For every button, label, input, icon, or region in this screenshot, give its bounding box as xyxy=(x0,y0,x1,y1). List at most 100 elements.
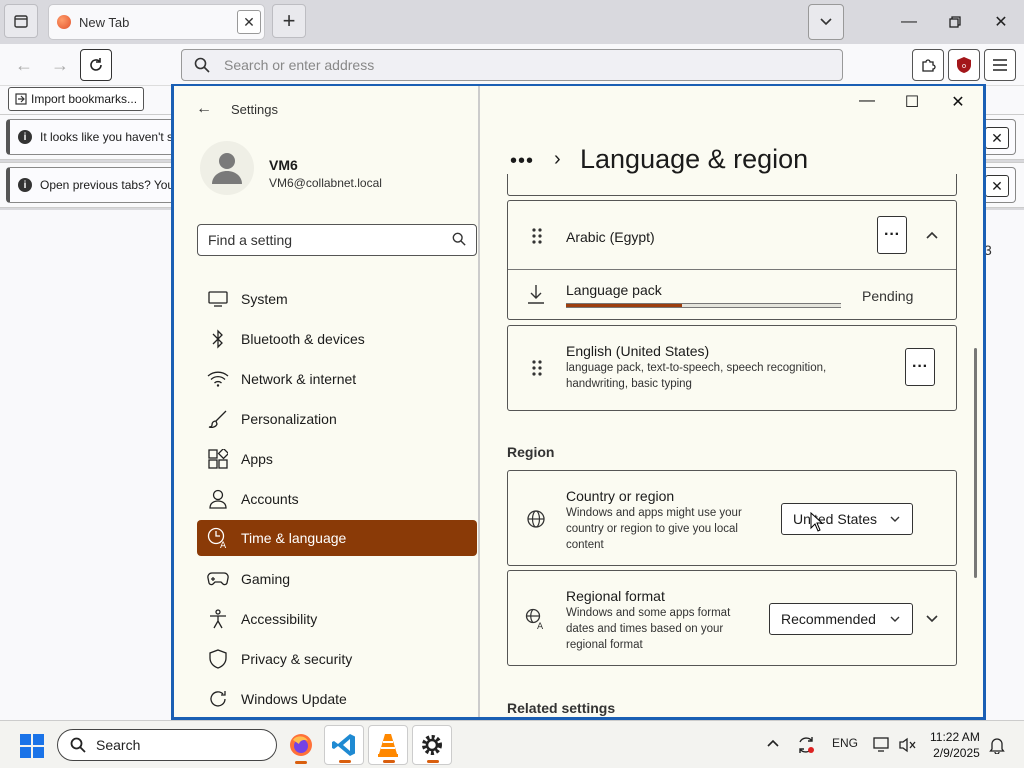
dismiss-notice-button[interactable]: ✕ xyxy=(985,175,1009,197)
back-button[interactable]: ← xyxy=(8,49,40,81)
language-card-english[interactable]: English (United States) language pack, t… xyxy=(507,325,957,411)
search-icon xyxy=(194,57,210,73)
dismiss-notice-button[interactable]: ✕ xyxy=(985,127,1009,149)
country-dropdown[interactable]: United States xyxy=(781,503,913,535)
new-tab-button[interactable]: + xyxy=(272,4,306,38)
sync-icon[interactable] xyxy=(796,735,816,755)
info-icon: i xyxy=(18,130,32,144)
puzzle-icon xyxy=(922,59,936,72)
import-icon xyxy=(15,93,27,105)
chevron-up-icon[interactable] xyxy=(767,739,779,747)
windows-logo-icon xyxy=(20,734,31,745)
browser-tab[interactable]: New Tab ✕ xyxy=(48,4,265,40)
taskbar-app-settings[interactable] xyxy=(412,725,452,765)
search-icon xyxy=(70,737,86,753)
sidebar-item-label: Privacy & security xyxy=(241,651,353,667)
user-name: VM6 xyxy=(269,157,298,173)
sidebar-item-label: System xyxy=(241,291,288,307)
settings-close-button[interactable]: ✕ xyxy=(943,92,973,112)
windows-logo-icon xyxy=(33,734,44,745)
notification-bell-icon[interactable] xyxy=(989,736,1005,754)
expand-chevron-icon[interactable] xyxy=(926,615,938,623)
back-button[interactable]: ← xyxy=(196,100,212,118)
find-setting-input[interactable]: Find a setting xyxy=(197,224,477,256)
person-icon xyxy=(207,488,229,510)
sidebar-item-apps[interactable]: Apps xyxy=(197,441,477,477)
chevron-up-icon[interactable] xyxy=(926,231,938,239)
ublock-button[interactable]: o xyxy=(948,49,980,81)
tab-title: New Tab xyxy=(79,14,130,30)
sidebar-item-accessibility[interactable]: Accessibility xyxy=(197,601,477,637)
menu-button[interactable] xyxy=(984,49,1016,81)
address-bar[interactable]: Search or enter address xyxy=(181,49,843,81)
sidebar-item-windows-update[interactable]: Windows Update xyxy=(197,681,477,717)
sidebar-item-gaming[interactable]: Gaming xyxy=(197,561,477,597)
sidebar-item-privacy[interactable]: Privacy & security xyxy=(197,641,477,677)
sidebar-item-label: Bluetooth & devices xyxy=(241,331,365,347)
taskbar-app-vlc[interactable] xyxy=(368,725,408,765)
network-icon[interactable] xyxy=(873,736,891,754)
scrollbar-thumb[interactable] xyxy=(974,348,977,578)
language-card-arabic[interactable]: Arabic (Egypt) ··· Language pack Pending xyxy=(507,200,957,320)
sidebar-item-bluetooth[interactable]: Bluetooth & devices xyxy=(197,321,477,357)
hamburger-icon xyxy=(993,59,1007,71)
firefox-icon xyxy=(290,734,312,756)
drag-handle-icon xyxy=(532,228,542,244)
extensions-button[interactable] xyxy=(912,49,944,81)
taskbar-search[interactable]: Search xyxy=(57,729,277,761)
sidebar-item-network[interactable]: Network & internet xyxy=(197,361,477,397)
shield-icon xyxy=(207,648,229,670)
gear-icon xyxy=(422,735,442,755)
input-language-indicator[interactable]: ENG xyxy=(832,736,858,750)
browser-minimize-button[interactable]: — xyxy=(886,0,932,44)
update-icon xyxy=(207,688,229,710)
chevron-down-icon xyxy=(890,516,900,522)
apps-icon xyxy=(207,448,229,470)
system-clock[interactable]: 11:22 AM 2/9/2025 xyxy=(930,729,980,761)
close-tab-button[interactable]: ✕ xyxy=(237,10,261,34)
monitor-icon xyxy=(207,288,229,310)
info-icon: i xyxy=(18,178,32,192)
restore-icon xyxy=(949,16,961,28)
regional-format-icon: A xyxy=(525,608,544,630)
country-region-card: Country or region Windows and apps might… xyxy=(507,470,957,566)
accessibility-icon xyxy=(207,608,229,630)
language-options-button[interactable]: ··· xyxy=(905,348,935,386)
import-bookmarks-button[interactable]: Import bookmarks... xyxy=(8,87,145,111)
taskbar-app-vscode[interactable] xyxy=(324,725,364,765)
regional-format-dropdown[interactable]: Recommended xyxy=(769,603,913,635)
find-setting-placeholder: Find a setting xyxy=(208,232,293,248)
volume-muted-icon[interactable] xyxy=(899,737,917,753)
firefox-icon xyxy=(57,15,71,29)
language-pack-label: Language pack xyxy=(566,282,662,298)
avatar[interactable] xyxy=(200,141,254,195)
regional-format-card[interactable]: A Regional format Windows and some apps … xyxy=(507,570,957,666)
tab-list-button[interactable] xyxy=(4,4,38,38)
sidebar-item-label: Network & internet xyxy=(241,371,357,387)
reload-button[interactable] xyxy=(80,49,112,81)
time-language-icon: A xyxy=(207,527,229,549)
language-options-button[interactable]: ··· xyxy=(877,216,907,254)
sidebar-item-personalization[interactable]: Personalization xyxy=(197,401,477,437)
list-all-tabs-button[interactable] xyxy=(808,4,844,40)
language-name: English (United States) xyxy=(566,343,710,359)
forward-button[interactable]: → xyxy=(44,49,76,81)
notice-text: Open previous tabs? You xyxy=(40,178,175,192)
start-button[interactable] xyxy=(20,734,44,758)
browser-nav-bar: ← → Search or enter address o xyxy=(0,44,1024,86)
sidebar-item-label: Time & language xyxy=(241,530,347,546)
windows-logo-icon xyxy=(20,747,31,758)
breadcrumb-overflow-button[interactable]: ••• xyxy=(510,150,534,173)
settings-maximize-button[interactable]: ☐ xyxy=(897,92,927,112)
browser-close-button[interactable]: ✕ xyxy=(978,0,1024,44)
taskbar-app-firefox[interactable] xyxy=(281,725,321,765)
browser-restore-button[interactable] xyxy=(932,0,978,44)
sidebar-item-time-language[interactable]: A Time & language xyxy=(197,520,477,556)
running-indicator xyxy=(295,761,307,764)
drag-handle-icon xyxy=(532,360,542,376)
user-avatar-icon xyxy=(212,153,242,184)
sidebar-item-system[interactable]: System xyxy=(197,281,477,317)
chevron-down-icon xyxy=(820,18,832,26)
sidebar-item-accounts[interactable]: Accounts xyxy=(197,481,477,517)
settings-minimize-button[interactable]: — xyxy=(852,92,882,110)
